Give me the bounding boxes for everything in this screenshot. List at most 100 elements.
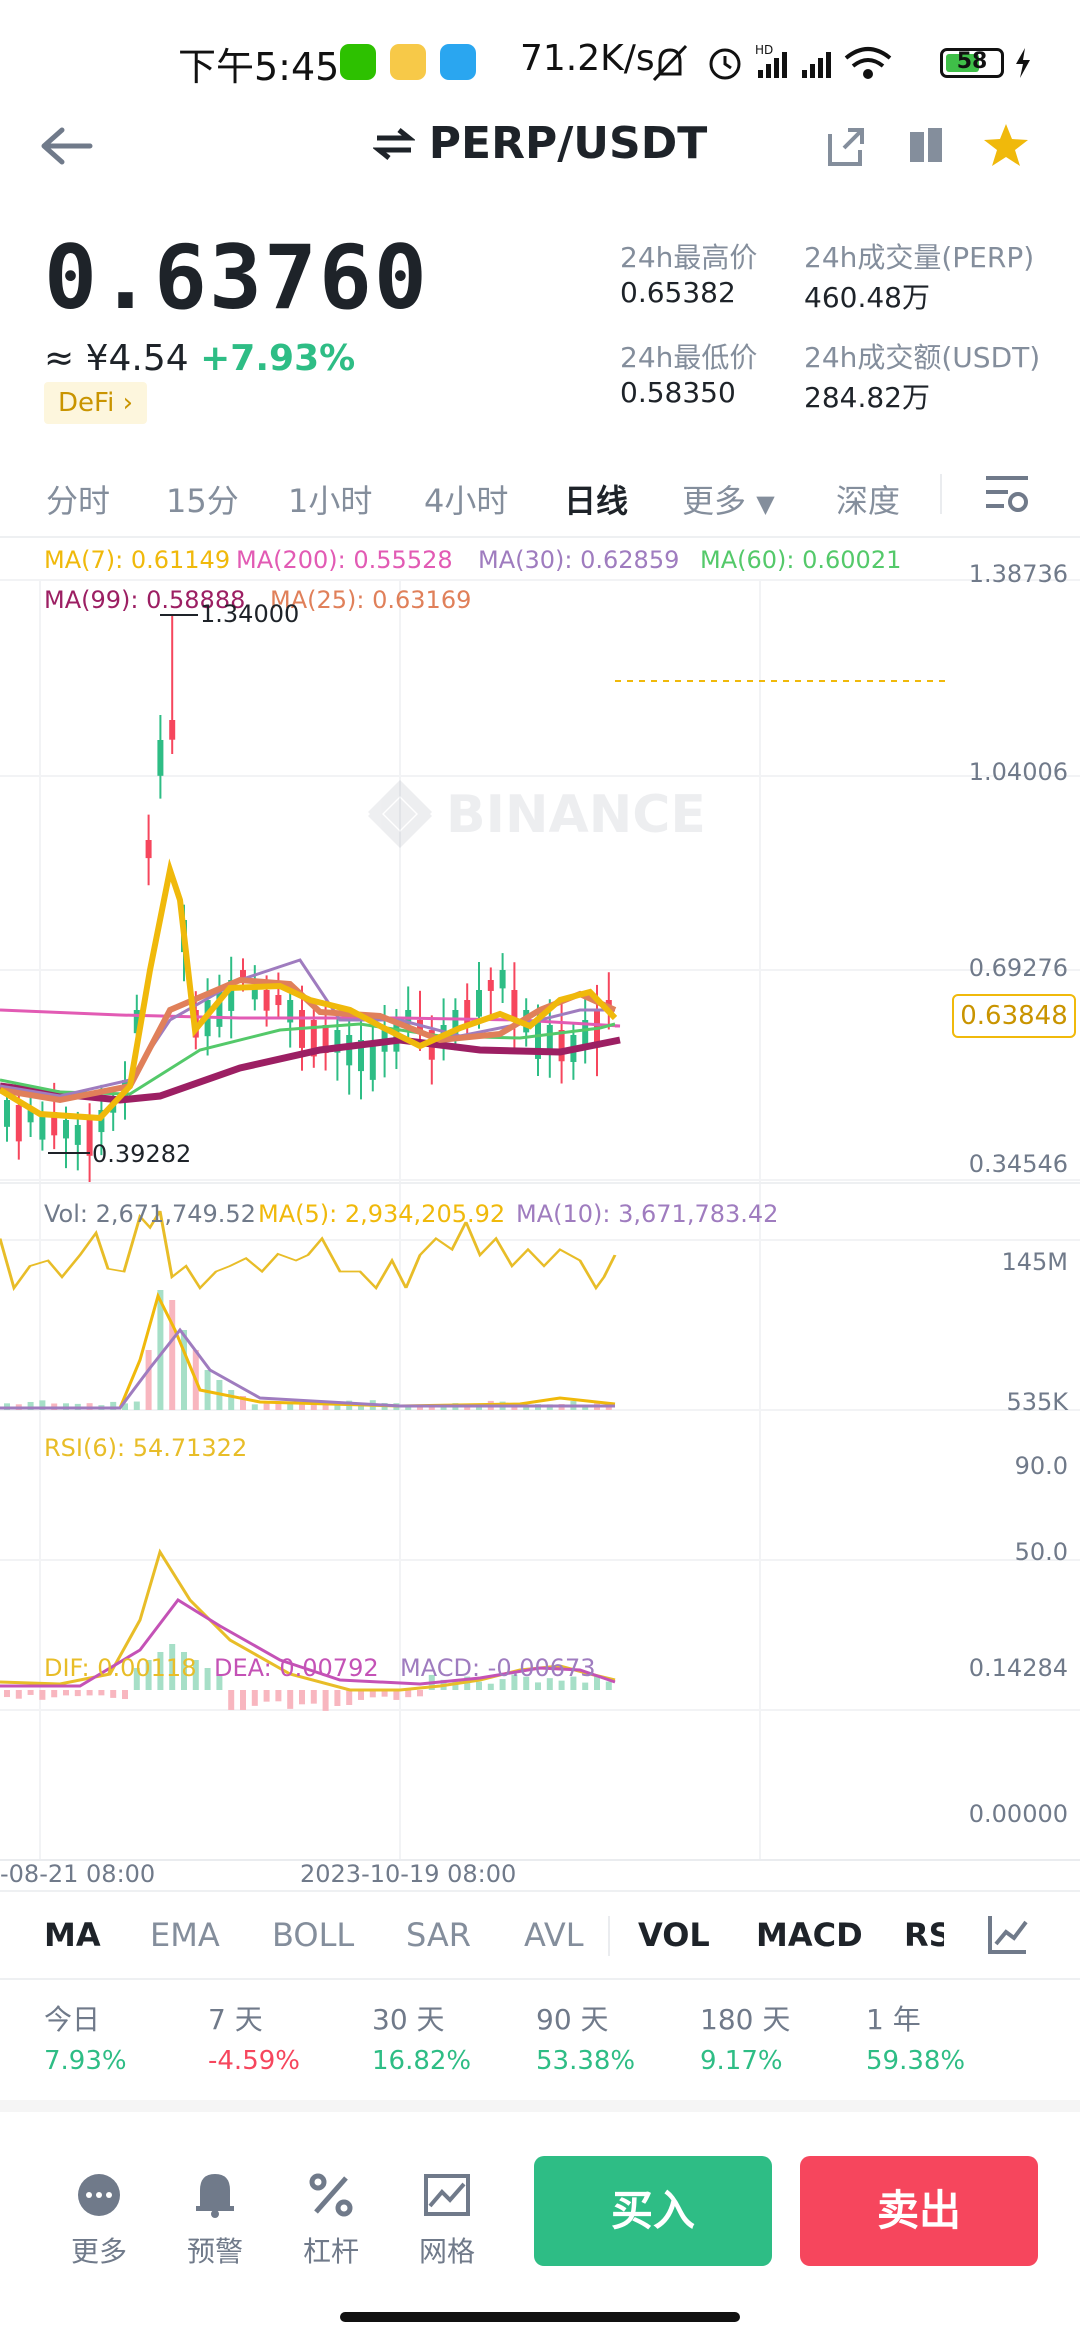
volume-bar [169, 1300, 176, 1410]
more-label[interactable]: 更多 [59, 2230, 139, 2270]
star-icon[interactable] [982, 122, 1030, 168]
tab-timeline[interactable]: 分时 [46, 476, 110, 522]
approx-cny: ≈ ¥4.54 [44, 338, 189, 379]
pair-name: PERP/USDT [428, 118, 708, 169]
ind-macd[interactable]: MACD [756, 1916, 863, 1954]
candle-body [558, 1030, 565, 1062]
candle-body [157, 740, 164, 776]
tab-4h[interactable]: 4小时 [424, 476, 508, 522]
indicator-settings-icon[interactable] [986, 1912, 1030, 1956]
cloud-app-icon [440, 44, 476, 80]
low-marker-label: 0.39282 [92, 1140, 192, 1168]
candle-body [263, 990, 270, 1011]
tab-15m[interactable]: 15分 [166, 476, 239, 522]
ma60-label: MA(60): 0.60021 [700, 546, 902, 574]
perf-label: 7 天 [208, 2003, 263, 2036]
swap-icon [372, 127, 415, 160]
ind-vol[interactable]: VOL [638, 1916, 710, 1954]
binance-watermark: BINANCE [368, 780, 706, 848]
net-speed: 71.2K/s [520, 38, 655, 79]
candle-body [476, 990, 482, 1017]
macd-bar [405, 1690, 412, 1698]
tag-label: DeFi [58, 388, 115, 418]
tab-1d[interactable]: 日线 [564, 476, 628, 522]
candle-body [275, 995, 282, 1006]
alert-label[interactable]: 预警 [175, 2230, 255, 2270]
volume-bar [299, 1404, 305, 1410]
macd-bar [322, 1690, 329, 1711]
share-icon[interactable] [826, 124, 866, 168]
ind-rsi[interactable]: RS [904, 1916, 944, 1954]
tab-more[interactable]: 更多 ▼ [682, 476, 775, 522]
weibo-icon [390, 44, 426, 80]
leverage-icon[interactable] [308, 2172, 354, 2218]
low-label: 24h最低价 [620, 341, 758, 374]
book-icon[interactable] [906, 124, 946, 168]
macd-bar [4, 1690, 10, 1698]
macd-bar [275, 1690, 282, 1702]
signal-icon-2 [802, 52, 831, 78]
home-indicator[interactable] [340, 2312, 740, 2322]
macd-bar [535, 1682, 541, 1690]
sell-button[interactable]: 卖出 [800, 2156, 1038, 2266]
wechat-icon [340, 44, 376, 80]
candle-body [346, 1035, 353, 1066]
perf-value: 9.17% [700, 2046, 783, 2076]
macd-bar [15, 1690, 22, 1699]
candle-body [4, 1100, 10, 1127]
ind-avl[interactable]: AVL [524, 1916, 584, 1954]
ma30-label: MA(30): 0.62859 [478, 546, 680, 574]
vol-yaxis-2: 535K [1006, 1388, 1068, 1416]
price-cny-row: ≈ ¥4.54 +7.93% [44, 338, 355, 379]
macd-bar [346, 1690, 353, 1705]
macd-bar [63, 1690, 69, 1696]
volume-ma-lines [0, 1291, 616, 1410]
macd-bar [476, 1681, 482, 1690]
tab-separator [940, 474, 942, 514]
ma7-label: MA(7): 0.61149 [44, 546, 231, 574]
grid-trading-icon[interactable] [424, 2174, 470, 2216]
bell-icon[interactable] [192, 2170, 238, 2218]
category-tag[interactable]: DeFi › [44, 382, 147, 424]
perf-value: 16.82% [372, 2046, 472, 2076]
ind-boll[interactable]: BOLL [272, 1916, 354, 1954]
ind-ema[interactable]: EMA [150, 1916, 220, 1954]
ind-sar[interactable]: SAR [406, 1916, 471, 1954]
perf-value: -4.59% [208, 2046, 300, 2076]
grid-label[interactable]: 网格 [407, 2230, 487, 2270]
tab-depth[interactable]: 深度 [836, 476, 900, 522]
chart-settings-icon[interactable] [984, 472, 1030, 518]
current-price-tag: 0.63848 [952, 994, 1076, 1038]
perf-label: 30 天 [372, 2003, 445, 2036]
macd-bar [122, 1690, 128, 1700]
macd-bar [487, 1683, 494, 1690]
high-label: 24h最高价 [620, 241, 758, 274]
macd-yaxis-2: 0.00000 [968, 1800, 1068, 1828]
leverage-label[interactable]: 杠杆 [291, 2230, 371, 2270]
volume-bar [228, 1390, 235, 1410]
buy-button[interactable]: 买入 [534, 2156, 772, 2266]
volume-bar [145, 1350, 152, 1410]
more-icon[interactable] [76, 2172, 122, 2218]
charging-icon [1016, 48, 1030, 78]
network-badge: HD [755, 43, 773, 57]
dif-label: DIF: 0.00118 [44, 1654, 197, 1682]
ma7-line [0, 858, 618, 1122]
candle-body [39, 1115, 46, 1140]
candle-body [63, 1120, 69, 1139]
macd-yaxis-1: 0.14284 [968, 1654, 1068, 1682]
status-bar: 下午5:45 71.2K/s HD 58 [0, 0, 1080, 120]
volume-bar [251, 1404, 258, 1410]
macd-bar [299, 1690, 305, 1705]
tabs-divider [0, 536, 1080, 538]
caret-down-icon: ▼ [756, 490, 775, 518]
low-marker-line [48, 1152, 90, 1154]
volume-value: 460.48万 [804, 281, 930, 314]
ind-ma[interactable]: MA [44, 1916, 101, 1954]
volume-bars [4, 1290, 612, 1410]
vol-ma5-line [0, 1291, 616, 1410]
tab-1h[interactable]: 1小时 [288, 476, 372, 522]
macd-bar [110, 1690, 117, 1698]
perf-label: 今日 [44, 2003, 101, 2036]
macd-bar [86, 1690, 93, 1696]
